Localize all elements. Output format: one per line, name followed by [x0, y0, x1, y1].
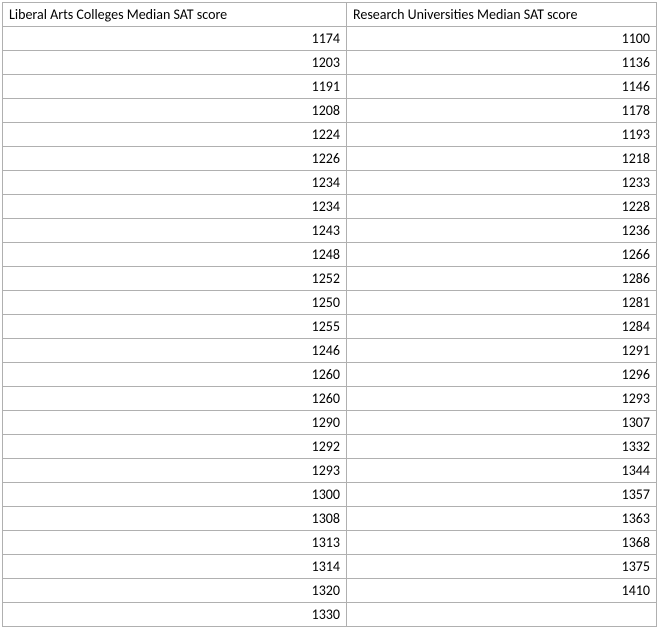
table-row: 12601296 [3, 363, 657, 387]
table-row: 13001357 [3, 483, 657, 507]
cell-research-universities[interactable]: 1193 [347, 123, 657, 147]
cell-liberal-arts[interactable]: 1208 [3, 99, 347, 123]
cell-liberal-arts[interactable]: 1248 [3, 243, 347, 267]
cell-liberal-arts[interactable]: 1226 [3, 147, 347, 171]
cell-liberal-arts[interactable]: 1290 [3, 411, 347, 435]
cell-research-universities[interactable]: 1146 [347, 75, 657, 99]
table-row: 12601293 [3, 387, 657, 411]
table-row: 13131368 [3, 531, 657, 555]
cell-liberal-arts[interactable]: 1292 [3, 435, 347, 459]
cell-research-universities[interactable]: 1233 [347, 171, 657, 195]
table-row: 12341228 [3, 195, 657, 219]
cell-research-universities[interactable]: 1368 [347, 531, 657, 555]
cell-liberal-arts[interactable]: 1300 [3, 483, 347, 507]
cell-research-universities[interactable]: 1136 [347, 51, 657, 75]
header-row: Liberal Arts Colleges Median SAT score R… [3, 3, 657, 27]
table-row: 12901307 [3, 411, 657, 435]
table-body: 1174110012031136119111461208117812241193… [3, 27, 657, 627]
table-row: 12921332 [3, 435, 657, 459]
cell-liberal-arts[interactable]: 1255 [3, 315, 347, 339]
cell-research-universities[interactable]: 1363 [347, 507, 657, 531]
header-liberal-arts[interactable]: Liberal Arts Colleges Median SAT score [3, 3, 347, 27]
table-row: 13141375 [3, 555, 657, 579]
cell-research-universities[interactable]: 1291 [347, 339, 657, 363]
cell-research-universities[interactable]: 1236 [347, 219, 657, 243]
table-row: 1330 [3, 603, 657, 627]
sat-score-table: Liberal Arts Colleges Median SAT score R… [2, 2, 657, 627]
table-row: 11911146 [3, 75, 657, 99]
table-row: 12341233 [3, 171, 657, 195]
table-row: 12261218 [3, 147, 657, 171]
cell-research-universities[interactable]: 1286 [347, 267, 657, 291]
table-row: 12461291 [3, 339, 657, 363]
cell-research-universities[interactable]: 1218 [347, 147, 657, 171]
cell-research-universities[interactable]: 1344 [347, 459, 657, 483]
cell-research-universities[interactable]: 1266 [347, 243, 657, 267]
cell-liberal-arts[interactable]: 1260 [3, 387, 347, 411]
table-row: 11741100 [3, 27, 657, 51]
cell-research-universities[interactable]: 1332 [347, 435, 657, 459]
table-row: 12501281 [3, 291, 657, 315]
cell-liberal-arts[interactable]: 1243 [3, 219, 347, 243]
cell-research-universities[interactable]: 1375 [347, 555, 657, 579]
cell-liberal-arts[interactable]: 1314 [3, 555, 347, 579]
cell-research-universities[interactable] [347, 603, 657, 627]
cell-liberal-arts[interactable]: 1252 [3, 267, 347, 291]
cell-research-universities[interactable]: 1100 [347, 27, 657, 51]
cell-liberal-arts[interactable]: 1224 [3, 123, 347, 147]
cell-liberal-arts[interactable]: 1234 [3, 171, 347, 195]
table-row: 13201410 [3, 579, 657, 603]
cell-liberal-arts[interactable]: 1250 [3, 291, 347, 315]
header-research-universities[interactable]: Research Universities Median SAT score [347, 3, 657, 27]
table-row: 12241193 [3, 123, 657, 147]
cell-liberal-arts[interactable]: 1260 [3, 363, 347, 387]
table-row: 12031136 [3, 51, 657, 75]
cell-research-universities[interactable]: 1357 [347, 483, 657, 507]
table-row: 12521286 [3, 267, 657, 291]
cell-research-universities[interactable]: 1178 [347, 99, 657, 123]
table-row: 13081363 [3, 507, 657, 531]
table-row: 12431236 [3, 219, 657, 243]
cell-research-universities[interactable]: 1307 [347, 411, 657, 435]
cell-research-universities[interactable]: 1281 [347, 291, 657, 315]
table-row: 12481266 [3, 243, 657, 267]
cell-liberal-arts[interactable]: 1313 [3, 531, 347, 555]
cell-research-universities[interactable]: 1284 [347, 315, 657, 339]
cell-liberal-arts[interactable]: 1308 [3, 507, 347, 531]
cell-liberal-arts[interactable]: 1320 [3, 579, 347, 603]
cell-liberal-arts[interactable]: 1330 [3, 603, 347, 627]
cell-liberal-arts[interactable]: 1174 [3, 27, 347, 51]
cell-research-universities[interactable]: 1293 [347, 387, 657, 411]
cell-liberal-arts[interactable]: 1293 [3, 459, 347, 483]
cell-research-universities[interactable]: 1410 [347, 579, 657, 603]
cell-liberal-arts[interactable]: 1191 [3, 75, 347, 99]
cell-liberal-arts[interactable]: 1203 [3, 51, 347, 75]
table-row: 12081178 [3, 99, 657, 123]
cell-research-universities[interactable]: 1296 [347, 363, 657, 387]
table-row: 12931344 [3, 459, 657, 483]
cell-liberal-arts[interactable]: 1234 [3, 195, 347, 219]
cell-liberal-arts[interactable]: 1246 [3, 339, 347, 363]
table-row: 12551284 [3, 315, 657, 339]
cell-research-universities[interactable]: 1228 [347, 195, 657, 219]
